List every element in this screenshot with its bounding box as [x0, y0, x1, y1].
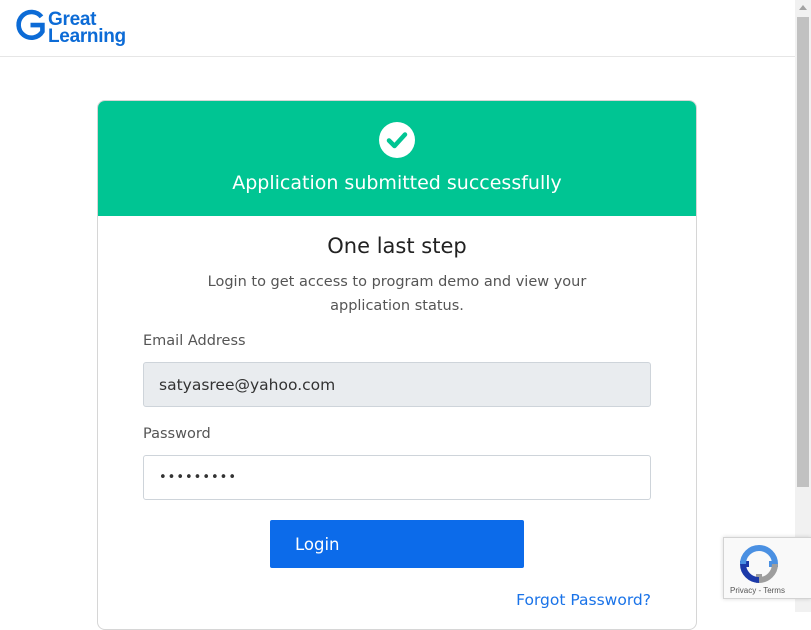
logo-text: Great Learning: [48, 10, 126, 47]
great-learning-logo[interactable]: Great Learning: [14, 8, 134, 48]
step-subtitle: Login to get access to program demo and …: [207, 274, 587, 314]
recaptcha-badge[interactable]: Privacy - Terms: [723, 537, 811, 599]
recaptcha-terms[interactable]: Privacy - Terms: [730, 586, 785, 595]
great-learning-logo-icon: [14, 8, 47, 48]
success-banner: Application submitted successfully: [98, 101, 696, 216]
login-button[interactable]: Login: [270, 520, 524, 568]
check-circle-icon: [379, 122, 415, 158]
scrollbar-thumb[interactable]: [797, 17, 809, 487]
password-label: Password: [143, 426, 211, 442]
logo-text-learning: Learning: [48, 26, 126, 47]
step-title: One last step: [327, 234, 467, 258]
scroll-up-arrow-icon[interactable]: [795, 0, 811, 16]
password-field[interactable]: •••••••••: [143, 455, 651, 500]
banner-title: Application submitted successfully: [232, 172, 562, 194]
scrollbar[interactable]: [795, 0, 811, 612]
forgot-password-link[interactable]: Forgot Password?: [516, 591, 651, 609]
email-field[interactable]: satyasree@yahoo.com: [143, 362, 651, 407]
header: Great Learning: [0, 0, 795, 57]
application-card: Application submitted successfully One l…: [97, 100, 697, 630]
email-label: Email Address: [143, 333, 246, 349]
